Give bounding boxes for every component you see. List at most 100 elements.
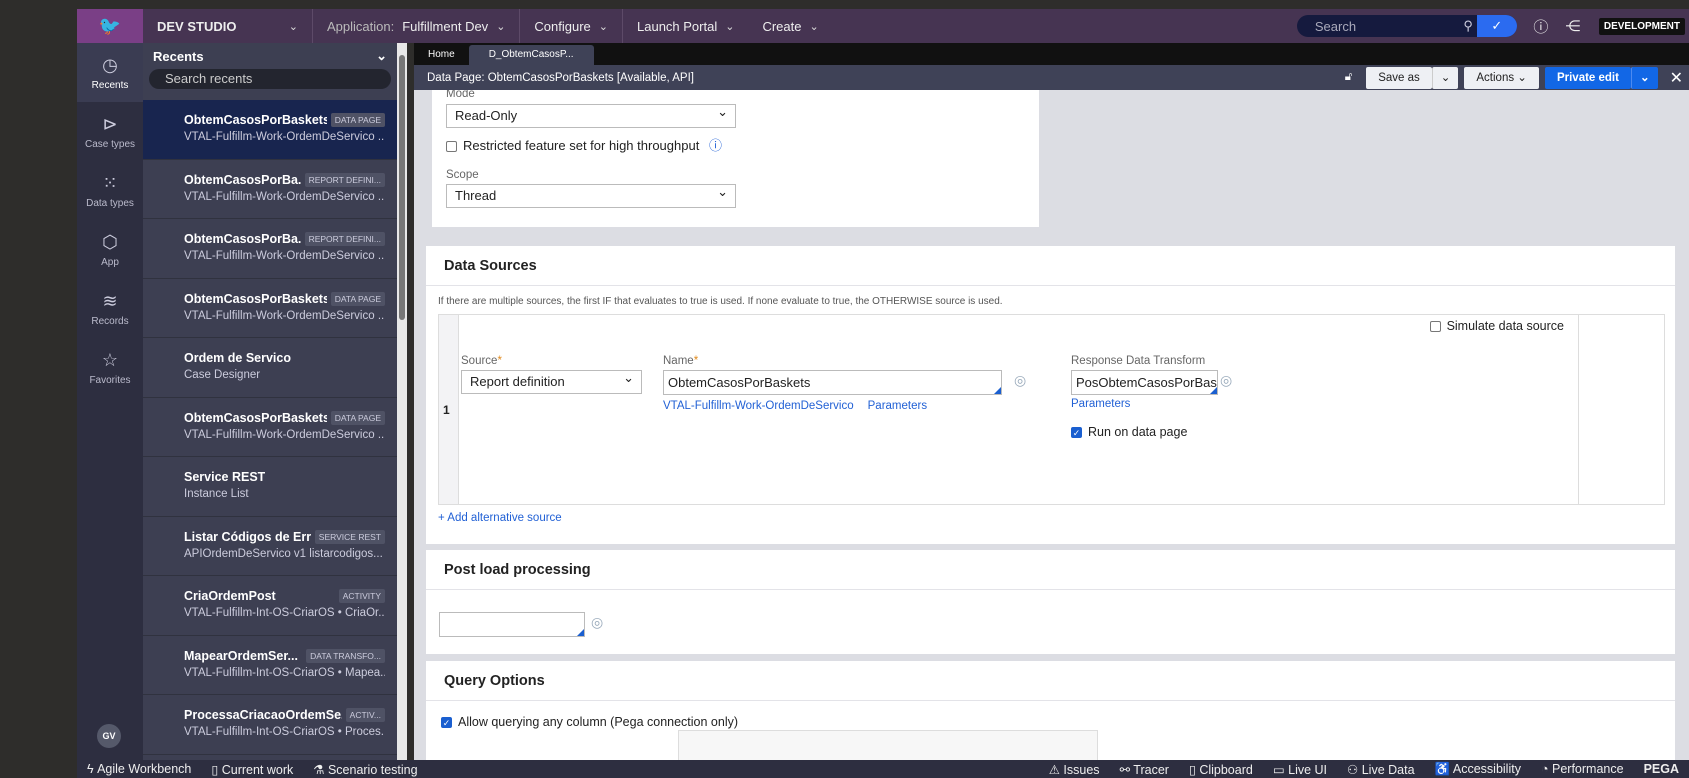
recent-item[interactable]: Ordem de Servico Case Designer <box>143 338 397 398</box>
name-input[interactable]: ObtemCasosPorBaskets <box>663 370 1002 395</box>
agile-workbench-button[interactable]: ϟ Agile Workbench <box>77 762 201 776</box>
rail-favorites[interactable]: ☆ Favorites <box>77 338 143 397</box>
studio-switcher[interactable]: DEV STUDIO ⌄ <box>143 9 313 43</box>
application-name: Fulfillment Dev <box>402 18 489 34</box>
response-parameters-link[interactable]: Parameters <box>1071 398 1130 410</box>
configure-menu[interactable]: Configure ⌄ <box>520 9 623 43</box>
source-select[interactable]: Report definition <box>461 370 642 394</box>
run-checkbox[interactable]: ✓ <box>1071 427 1082 439</box>
avatar[interactable]: GV <box>97 724 121 748</box>
allow-querying-row[interactable]: ✓ Allow querying any column (Pega connect… <box>441 715 738 729</box>
restricted-label: Restricted feature set for high throughp… <box>463 138 700 153</box>
target-icon[interactable]: ◎ <box>591 614 603 631</box>
actions-button[interactable]: Actions ⌄ <box>1464 66 1539 89</box>
data-sources-title: Data Sources <box>426 246 1675 286</box>
performance-label: Performance <box>1552 762 1624 776</box>
target-icon[interactable]: ◎ <box>1014 372 1026 389</box>
response-transform-input[interactable]: PosObtemCasosPorBaskets <box>1071 370 1218 395</box>
live-ui-button[interactable]: ▭ Live UI <box>1263 762 1337 777</box>
restricted-checkbox-row[interactable]: Restricted feature set for high throughp… <box>446 135 722 154</box>
scope-select[interactable]: Thread <box>446 184 736 208</box>
recents-scrollbar[interactable] <box>397 43 407 760</box>
pega-logo[interactable]: 🐦 <box>77 9 143 43</box>
class-link[interactable]: VTAL-Fulfillm-Work-OrdemDeServico <box>663 400 854 412</box>
recent-item[interactable]: ObtemCasosPorBaskets DATA PAGE VTAL-Fulfil… <box>143 279 397 338</box>
source-label: Source* <box>461 355 502 367</box>
application-label: Application: <box>327 18 395 34</box>
private-edit-button[interactable]: Private edit <box>1544 66 1631 89</box>
recent-item-subtitle: VTAL-Fulfillm-Int-OS-CriarOS • Proces... <box>184 726 385 738</box>
search-recents-input[interactable]: Search recents <box>149 69 391 89</box>
scenario-testing-button[interactable]: ⚗ Scenario testing <box>303 762 427 777</box>
search-placeholder: Search <box>1314 18 1357 34</box>
launch-portal-menu[interactable]: Launch Portal ⌄ <box>623 9 748 43</box>
lock-icon[interactable]: 🔓︎ <box>1345 71 1352 84</box>
private-edit-dropdown[interactable]: ⌄ <box>1630 66 1658 89</box>
header: 🐦 DEV STUDIO ⌄ Application: Fulfillment De… <box>77 9 1689 43</box>
application-menu[interactable]: Application: Fulfillment Dev ⌄ <box>313 9 521 43</box>
nav-rail: ◷ Recents ⊳ Case types ⁙ Data types ⬡ App ≋ R… <box>77 43 143 760</box>
agile-label: Agile Workbench <box>97 762 192 776</box>
performance-button[interactable]: ◔ Performance <box>1531 762 1634 776</box>
tab-data-page[interactable]: D_ObtemCasosP... <box>468 45 594 65</box>
recent-item-subtitle: VTAL-Fulfillm-Int-OS-CriarOS • CriaOr... <box>184 607 385 619</box>
tab-bar: Home D_ObtemCasosP... <box>414 43 1689 65</box>
recent-item-header: ObtemCasosPorBa... REPORT DEFINI... <box>184 232 385 246</box>
recent-item-badge: ACTIV... <box>345 708 385 722</box>
recent-item[interactable]: CriaOrdemPost ACTIVITY VTAL-Fulfillm-Int-O… <box>143 576 397 636</box>
mode-select[interactable]: Read-Only <box>446 104 736 128</box>
check-icon[interactable]: ✓ <box>1476 15 1517 37</box>
source-row: 1 Simulate data source Source* Report de… <box>438 314 1665 505</box>
search-icon[interactable]: ⚲ <box>1463 18 1473 34</box>
post-load-input[interactable] <box>439 612 585 637</box>
hierarchy-icon[interactable]: ⋲ <box>1557 17 1589 35</box>
accessibility-label: Accessibility <box>1452 761 1521 776</box>
recents-header[interactable]: Recents ⌄ <box>143 43 397 69</box>
tracer-button[interactable]: ⚯ Tracer <box>1110 762 1179 777</box>
recent-item[interactable]: MapearOrdemSer... DATA TRANSFO... VTAL-Ful… <box>143 636 397 695</box>
create-menu[interactable]: Create ⌄ <box>748 9 832 43</box>
recent-item[interactable]: ObtemCasosPorBa... REPORT DEFINI... VTAL-F… <box>143 219 397 279</box>
recent-item[interactable]: ObtemCasosPorBaskets DATA PAGE VTAL-Fulfil… <box>143 100 397 160</box>
tab-home[interactable]: Home <box>414 45 469 65</box>
rail-data-types[interactable]: ⁙ Data types <box>77 161 143 220</box>
current-work-button[interactable]: ▯ Current work <box>201 762 303 777</box>
clipboard-button[interactable]: ▯ Clipboard <box>1179 762 1263 777</box>
rail-app[interactable]: ⬡ App <box>77 220 143 279</box>
help-icon[interactable]: ⓘ <box>709 138 722 153</box>
cube-icon: ⬡ <box>102 231 118 252</box>
rail-case-types[interactable]: ⊳ Case types <box>77 102 143 161</box>
restricted-checkbox[interactable] <box>446 141 457 153</box>
recent-item-header: ObtemCasosPorBa... REPORT DEFINI... <box>184 172 385 187</box>
issues-button[interactable]: ⚠ Issues <box>1039 762 1110 777</box>
close-icon[interactable]: ✕ <box>1670 68 1683 88</box>
add-alternative-source-link[interactable]: + Add alternative source <box>438 512 562 524</box>
recent-item[interactable]: ProcessaCriacaoOrdemSe... ACTIV... VTAL-Fu… <box>143 695 397 755</box>
save-as-button[interactable]: Save as <box>1366 66 1432 89</box>
run-on-data-page-row[interactable]: ✓ Run on data page <box>1071 425 1187 439</box>
accessibility-button[interactable]: ♿ Accessibility <box>1425 762 1531 777</box>
save-as-dropdown[interactable]: ⌄ <box>1431 66 1459 89</box>
recent-item[interactable]: ObtemCasosPorBaskets DATA PAGE VTAL-Fulfil… <box>143 398 397 457</box>
rail-label: Records <box>91 315 129 327</box>
recent-item-name: ObtemCasosPorBaskets <box>184 291 327 306</box>
allow-querying-checkbox[interactable]: ✓ <box>441 717 452 729</box>
rail-recents[interactable]: ◷ Recents <box>77 43 143 102</box>
search-input[interactable]: Search ⚲ ✓ <box>1296 15 1517 37</box>
clock-icon: ◷ <box>102 54 118 75</box>
recent-item-badge: DATA PAGE <box>330 113 385 127</box>
parameters-link[interactable]: Parameters <box>868 400 927 412</box>
help-icon[interactable]: ⓘ <box>1525 16 1557 37</box>
chevron-down-icon: ⌄ <box>809 20 819 33</box>
simulate-checkbox[interactable] <box>1429 321 1441 333</box>
scrollbar-thumb[interactable] <box>399 55 405 320</box>
live-data-button[interactable]: ⚇ Live Data <box>1337 762 1425 777</box>
recent-item[interactable]: ObtemCasosPorBa... REPORT DEFINI... VTAL-F… <box>143 160 397 219</box>
rail-records[interactable]: ≋ Records <box>77 279 143 338</box>
recent-item-header: ObtemCasosPorBaskets DATA PAGE <box>184 291 385 306</box>
target-icon[interactable]: ◎ <box>1220 372 1232 389</box>
recent-item[interactable]: Listar Códigos de ErrosSERVICE REST APIOr… <box>143 517 397 576</box>
recent-item-badge: DATA PAGE <box>330 410 385 425</box>
recent-item[interactable]: Service REST Instance List <box>143 457 397 517</box>
simulate-row[interactable]: Simulate data source <box>1429 319 1564 333</box>
